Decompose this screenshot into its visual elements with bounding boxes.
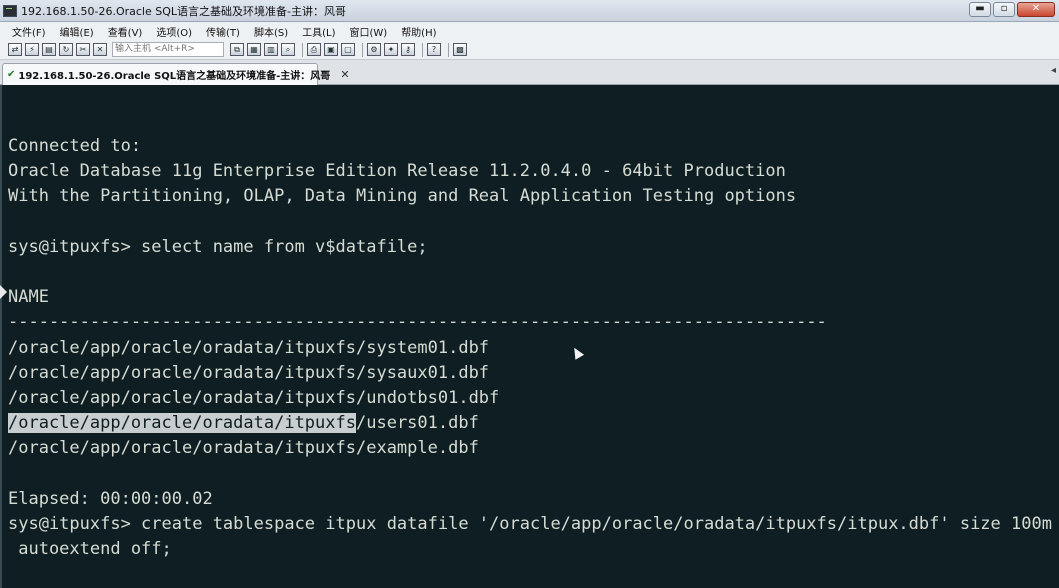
tab-scroll-left-icon[interactable]: ◂: [1051, 65, 1056, 76]
terminal-line: ----------------------------------------…: [8, 312, 827, 332]
terminal-app-icon: [3, 4, 17, 17]
connect-tab-icon[interactable]: ▤: [42, 43, 56, 56]
menu-options[interactable]: 选项(O): [156, 24, 192, 39]
terminal-line: With the Partitioning, OLAP, Data Mining…: [8, 186, 797, 206]
host-input[interactable]: 输入主机 <Alt+R>: [112, 42, 224, 57]
menu-window[interactable]: 窗口(W): [349, 24, 387, 39]
screen-icon[interactable]: ▩: [453, 43, 467, 56]
minimize-button[interactable]: ▬: [969, 2, 991, 17]
tab-close-icon[interactable]: ✕: [340, 68, 349, 81]
print-setup-icon[interactable]: ▣: [324, 43, 338, 56]
terminal-line: Connected to:: [8, 136, 142, 156]
reconnect-icon[interactable]: ↻: [59, 43, 73, 56]
global-options-icon[interactable]: ✦: [384, 43, 398, 56]
menu-help[interactable]: 帮助(H): [401, 24, 436, 39]
terminal-line: /oracle/app/oracle/oradata/itpuxfs/examp…: [8, 438, 479, 458]
connect-icon[interactable]: ⇄: [8, 43, 22, 56]
session-options-icon[interactable]: ⚙: [367, 43, 381, 56]
menu-edit[interactable]: 编辑(E): [60, 24, 94, 39]
toolbar-separator: [448, 42, 449, 57]
connected-check-icon: ✔: [7, 69, 16, 80]
disconnect-icon[interactable]: ✂: [76, 43, 90, 56]
paste-icon[interactable]: ▦: [247, 43, 261, 56]
find-icon[interactable]: ⌕: [281, 43, 295, 56]
menu-tools[interactable]: 工具(L): [302, 24, 335, 39]
terminal-line: sys@itpuxfs> select name from v$datafile…: [8, 237, 428, 257]
cursor-arrow-icon: [0, 285, 7, 299]
keymap-icon[interactable]: ⚷: [401, 43, 415, 56]
copy-paste-icon[interactable]: ▥: [264, 43, 278, 56]
toolbar: ⇄ ⚡ ▤ ↻ ✂ ✕ 输入主机 <Alt+R> ⧉ ▦ ▥ ⌕ ⎙ ▣ ▢ ⚙…: [0, 40, 1059, 60]
terminal-line-rest: /users01.dbf: [356, 413, 479, 433]
terminal-line: /oracle/app/oracle/oradata/itpuxfs/syste…: [8, 338, 490, 358]
session-tab[interactable]: ✔ 192.168.1.50-26.Oracle SQL语言之基础及环境准备-主…: [2, 63, 350, 85]
selected-text[interactable]: /oracle/app/oracle/oradata/itpuxfs: [8, 413, 356, 433]
terminal-line: Oracle Database 11g Enterprise Edition R…: [8, 161, 786, 181]
close-session-icon[interactable]: ✕: [93, 43, 107, 56]
close-button[interactable]: ✕: [1017, 2, 1055, 17]
terminal-line-selected: /oracle/app/oracle/oradata/itpuxfs/users…: [8, 411, 479, 435]
window-controls: ▬ ▫ ✕: [969, 2, 1055, 17]
copy-icon[interactable]: ⧉: [230, 43, 244, 56]
quick-connect-icon[interactable]: ⚡: [25, 43, 39, 56]
toolbar-separator: [362, 42, 363, 57]
terminal-line: sys@itpuxfs> create tablespace itpux dat…: [8, 514, 1052, 534]
toolbar-separator: [422, 42, 423, 57]
session-tab-label: 192.168.1.50-26.Oracle SQL语言之基础及环境准备-主讲：…: [18, 71, 331, 82]
toolbar-separator: [302, 42, 303, 57]
log-icon[interactable]: ▢: [341, 43, 355, 56]
terminal-line: /oracle/app/oracle/oradata/itpuxfs/sysau…: [8, 363, 490, 383]
terminal-screen[interactable]: Connected to: Oracle Database 11g Enterp…: [0, 85, 1059, 588]
tab-bar: ✔ 192.168.1.50-26.Oracle SQL语言之基础及环境准备-主…: [0, 60, 1059, 85]
help-icon[interactable]: ?: [427, 43, 441, 56]
window-title: 192.168.1.50-26.Oracle SQL语言之基础及环境准备-主讲：…: [21, 4, 346, 18]
menu-transfer[interactable]: 传输(T): [206, 24, 240, 39]
menu-view[interactable]: 查看(V): [108, 24, 143, 39]
menu-bar: 文件(F) 编辑(E) 查看(V) 选项(O) 传输(T) 脚本(S) 工具(L…: [0, 22, 1059, 40]
title-bar: 192.168.1.50-26.Oracle SQL语言之基础及环境准备-主讲：…: [0, 0, 1059, 22]
terminal-line: NAME: [8, 287, 49, 307]
terminal-line: /oracle/app/oracle/oradata/itpuxfs/undot…: [8, 388, 500, 408]
menu-file[interactable]: 文件(F): [12, 24, 46, 39]
terminal-line: Elapsed: 00:00:00.02: [8, 489, 213, 509]
maximize-button[interactable]: ▫: [993, 2, 1015, 17]
print-icon[interactable]: ⎙: [307, 43, 321, 56]
terminal-line: autoextend off;: [8, 539, 172, 559]
menu-script[interactable]: 脚本(S): [254, 24, 288, 39]
